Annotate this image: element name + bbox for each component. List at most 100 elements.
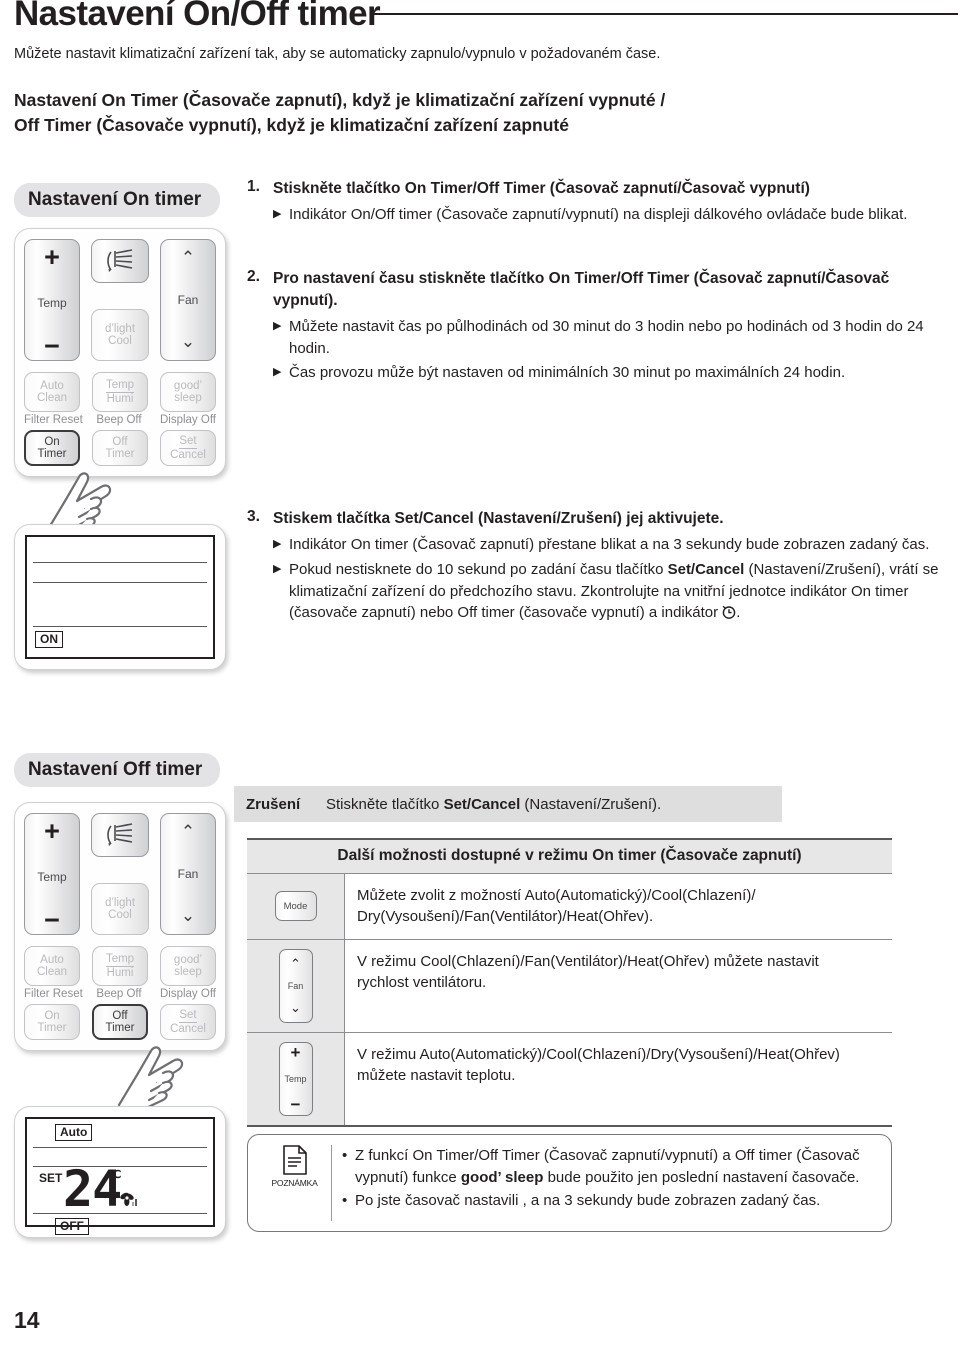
caption-display-off: Display Off [159, 988, 216, 1000]
set-label: Set [179, 435, 197, 449]
temp-label: Temp [37, 869, 67, 884]
temp-humi-button[interactable]: Temp Humi [92, 946, 148, 986]
options-table: Další možnosti dostupné v režimu On time… [247, 838, 892, 1127]
good-sleep-button[interactable]: good’ sleep [160, 372, 216, 412]
cancel-text-a: Stiskněte tlačítko [326, 795, 444, 813]
step-3-bullet-1-text: Indikátor On timer (Časovač zapnutí) pře… [289, 536, 930, 553]
good-sleep-button[interactable]: good’ sleep [160, 946, 216, 986]
options-row-1-line-2: Dry(Vysoušení)/Fan(Ventilátor)/Heat(Ohře… [357, 908, 654, 926]
options-row-3-icon-cell: + Temp − [247, 1032, 345, 1125]
lcd-set-label: SET [39, 1171, 63, 1185]
step-2: 2. Pro nastavení času stiskněte tlačítko… [247, 268, 947, 312]
fan-button[interactable]: ⌃ Fan ⌄ [160, 813, 216, 935]
caption-filter-reset: Filter Reset [24, 988, 83, 1000]
auto-clean-button[interactable]: Auto Clean [24, 946, 80, 986]
dlight-cool-button[interactable]: d’light Cool [91, 883, 149, 935]
fan-label: Fan [177, 866, 199, 881]
intro-paragraph: Můžete nastavit klimatizační zařízení ta… [14, 46, 661, 62]
step-1-title: Stiskněte tlačítko On Timer/Off Timer (Č… [273, 180, 810, 197]
off-timer-label-1: Off [112, 435, 128, 448]
step-1-number: 1. [247, 178, 260, 195]
set-cancel-button[interactable]: Set Cancel [160, 430, 216, 466]
dlight-label-2: Cool [108, 909, 132, 921]
fan-button[interactable]: ⌃ Fan ⌄ [160, 239, 216, 361]
section-banner-off-timer: Nastavení Off timer [14, 753, 220, 787]
swing-button[interactable] [91, 813, 149, 857]
step-3-bullet-2-b: Set/Cancel [667, 560, 745, 578]
off-timer-label-2: Timer [105, 448, 135, 460]
steps-spacer [247, 226, 947, 268]
on-timer-button[interactable]: On Timer [24, 430, 80, 466]
lcd-divider [33, 582, 207, 583]
triangle-bullet-icon: ▶ [273, 366, 282, 379]
options-row-2-line-2: rychlost ventilátoru. [357, 973, 487, 991]
triangle-bullet-icon: ▶ [273, 562, 282, 575]
temp-humi-label-2: Humi [106, 392, 134, 405]
triangle-bullet-icon: ▶ [273, 538, 282, 550]
step-2-bullet-2: ▶ Čas provozu může být nastaven od minim… [273, 362, 947, 384]
note-box: POZNÁMKA • Z funkcí On Timer/Off Timer (… [247, 1134, 892, 1232]
lcd-degree-symbol: ℃ [109, 1169, 122, 1181]
temp-label: Temp [37, 295, 67, 310]
temp-humi-label-2: Humi [106, 966, 134, 979]
on-timer-button[interactable]: On Timer [24, 1004, 80, 1040]
remote-mid-column: d’light Cool [91, 239, 149, 361]
note-item-1-text: Z funkcí On Timer/Off Timer (Časovač zap… [355, 1145, 877, 1189]
header-rule [372, 13, 958, 15]
plus-icon: + [44, 816, 60, 846]
temp-button[interactable]: + Temp − [24, 239, 80, 361]
minus-icon: − [290, 1094, 301, 1114]
chevron-down-icon: ⌄ [290, 999, 301, 1015]
auto-clean-label-1: Auto [40, 379, 64, 392]
step-2-title: Pro nastavení času stiskněte tlačítko On… [273, 269, 890, 309]
temp-button-label: Temp [284, 1073, 307, 1084]
options-row-1-text: Můžete zvolit z možností Auto(Automatick… [345, 874, 755, 939]
mode-button[interactable]: Mode [274, 891, 317, 922]
remote-row-middle: Auto Clean Temp Humi good’ sleep [24, 946, 216, 986]
dlight-label-1: d’light [104, 322, 136, 335]
step-2-bullet-1-text: Můžete nastavit čas po půlhodinách od 30… [289, 317, 924, 357]
clock-icon [722, 605, 736, 620]
remote-control-off-timer: + Temp − d’light Cool ⌃ Fan ⌄ Auto Clean… [14, 802, 226, 1111]
set-cancel-button[interactable]: Set Cancel [160, 1004, 216, 1040]
options-row-2-text: V režimu Cool(Chlazení)/Fan(Ventilátor)/… [345, 940, 819, 1032]
mode-button-label: Mode [283, 900, 308, 912]
note-label: POZNÁMKA [271, 1178, 318, 1188]
dot-bullet-icon: • [342, 1191, 348, 1209]
remote-row-top: + Temp − d’light Cool ⌃ Fan ⌄ [24, 239, 216, 361]
temp-humi-label-1: Temp [105, 379, 135, 393]
plus-icon: + [44, 242, 60, 272]
lcd-off-indicator: OFF [55, 1218, 89, 1235]
step-1-bullet-1-text: Indikátor On/Off timer (Časovače zapnutí… [289, 206, 908, 223]
options-row-1-line-1: Můžete zvolit z možností Auto(Automatick… [357, 887, 756, 904]
options-row-2-icon-cell: ⌃ Fan ⌄ [247, 939, 345, 1032]
triangle-bullet-icon: ▶ [273, 319, 282, 332]
off-timer-button[interactable]: Off Timer [92, 1004, 148, 1040]
cancel-text-c: (Nastavení/Zrušení). [520, 795, 662, 813]
temp-humi-button[interactable]: Temp Humi [92, 372, 148, 412]
fan-button[interactable]: ⌃ Fan ⌄ [278, 948, 313, 1023]
options-row-2-line-1: V režimu Cool(Chlazení)/Fan(Ventilátor)/… [357, 952, 819, 970]
chevron-up-icon: ⌃ [180, 248, 196, 267]
temp-button[interactable]: + Temp − [24, 813, 80, 935]
lcd-divider [33, 1213, 207, 1214]
chevron-up-icon: ⌃ [290, 955, 301, 971]
options-row-3-line-1: V režimu Auto(Automatický)/Cool(Chlazení… [357, 1045, 840, 1063]
good-sleep-label-2: sleep [174, 392, 202, 404]
swing-button[interactable] [91, 239, 149, 283]
auto-clean-label-2: Clean [36, 392, 68, 404]
step-3-bullet-1: ▶ Indikátor On timer (Časovač zapnutí) p… [273, 534, 947, 556]
off-timer-button[interactable]: Off Timer [92, 430, 148, 466]
auto-clean-button[interactable]: Auto Clean [24, 372, 80, 412]
step-1: 1. Stiskněte tlačítko On Timer/Off Timer… [247, 178, 947, 200]
step-3: 3. Stiskem tlačítka Set/Cancel (Nastaven… [247, 508, 947, 530]
temp-button[interactable]: + Temp − [278, 1041, 313, 1116]
chevron-down-icon: ⌄ [180, 906, 196, 926]
page-title: Nastavení On/Off timer [14, 0, 381, 33]
remote-row-bottom: On Timer Off Timer Set Cancel [24, 430, 216, 466]
dlight-cool-button[interactable]: d’light Cool [91, 309, 149, 361]
remote-row-middle: Auto Clean Temp Humi good’ sleep [24, 372, 216, 412]
good-sleep-label-1: good’ [173, 953, 203, 966]
note-icon-wrap: POZNÁMKA [258, 1145, 332, 1221]
remote-caption-row: Filter Reset Beep Off Display Off [24, 988, 216, 1000]
